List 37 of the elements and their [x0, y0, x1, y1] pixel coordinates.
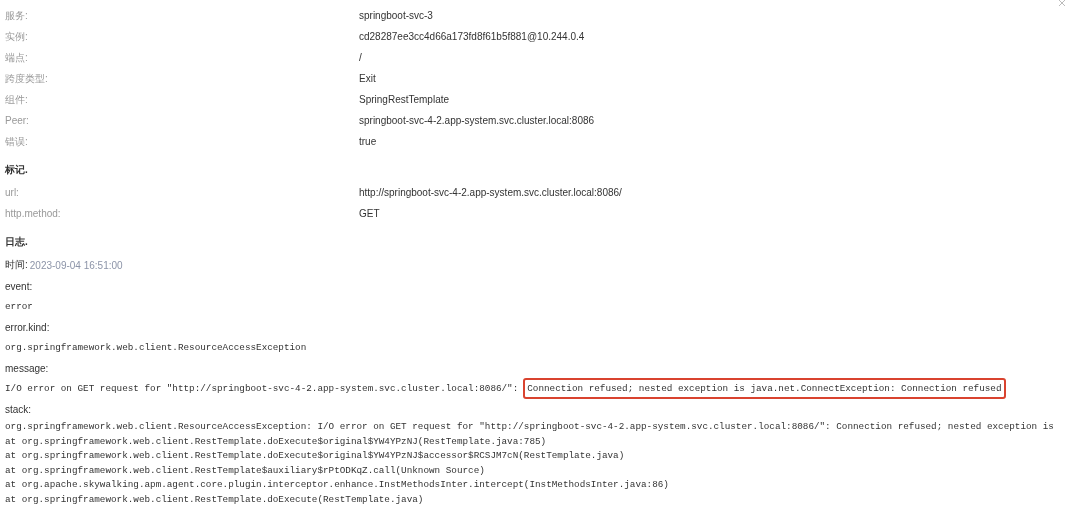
field-label: 端点: — [5, 50, 29, 65]
log-key: message: — [5, 358, 1075, 378]
stack-line: at org.springframework.web.client.RestTemplate.doExecute$original$YW4YPzNJ$accessor$RCSJM7cN(RestTemplate.java) — [5, 449, 626, 463]
field-value: / — [359, 52, 363, 63]
field-label: 跨度类型: — [5, 71, 49, 86]
log-key: stack: — [5, 399, 1075, 419]
stack-line: at org.springframework.web.client.RestTemplate.doExecute(RestTemplate.java) — [5, 492, 425, 507]
field-value: http://springboot-svc-4-2.app-system.svc.cluster.local:8086/ — [359, 187, 623, 198]
log-value: I/O error on GET request for "http://springboot-svc-4-2.app-system.svc.cluster.local:8086/": — [5, 383, 519, 394]
field-label: 服务: — [5, 8, 29, 23]
field-label: 错误: — [5, 134, 29, 149]
field-value: SpringRestTemplate — [359, 94, 451, 105]
field-value: springboot-svc-3 — [359, 10, 434, 21]
field-label: 组件: — [5, 92, 29, 107]
section-title: 日志. — [5, 234, 29, 249]
log-value: org.springframework.web.client.ResourceAccessException — [5, 342, 307, 353]
section-title: 标记. — [5, 162, 29, 177]
field-label: 实例: — [5, 29, 29, 44]
time-value: 2023-09-04 16:51:00 — [29, 259, 123, 271]
field-value: Exit — [359, 73, 377, 84]
stack-line: at org.apache.skywalking.apm.agent.core.plugin.interceptor.enhance.InstMethodsInter.intercept(InstMethodsInter.java:86) — [5, 478, 670, 492]
field-label: Peer: — [5, 115, 30, 126]
log-key: event: — [5, 276, 1075, 296]
field-value: true — [359, 136, 378, 147]
stack-line: at org.springframework.web.client.RestTemplate$auxiliary$rPtODKqZ.call(Unknown Source) — [5, 463, 486, 478]
highlighted-log-text: Connection refused; nested exception is java.net.ConnectException: Connection refused — [523, 378, 1006, 399]
field-value: cd28287ee3cc4d66a173fd8f61b5f881@10.244.0.4 — [359, 31, 586, 42]
stack-line: org.springframework.web.client.ResourceAccessException: I/O error on GET request for "http://springboot-svc-4-2.app-system.svc.cluster.local:8086/": Connection refused; nested exception is — [5, 420, 1055, 434]
close-icon[interactable] — [1058, 0, 1066, 7]
field-label: http.method: — [5, 208, 62, 219]
stack-line: at org.springframework.web.client.RestTemplate.doExecute$original$YW4YPzNJ(RestTemplate.java:785) — [5, 434, 548, 449]
field-value: GET — [359, 208, 381, 219]
log-value: error — [5, 301, 33, 312]
field-label: url: — [5, 187, 20, 198]
log-key: error.kind: — [5, 317, 1075, 337]
field-value: springboot-svc-4-2.app-system.svc.cluster.local:8086 — [359, 115, 596, 126]
time-label: 时间: — [5, 258, 28, 272]
